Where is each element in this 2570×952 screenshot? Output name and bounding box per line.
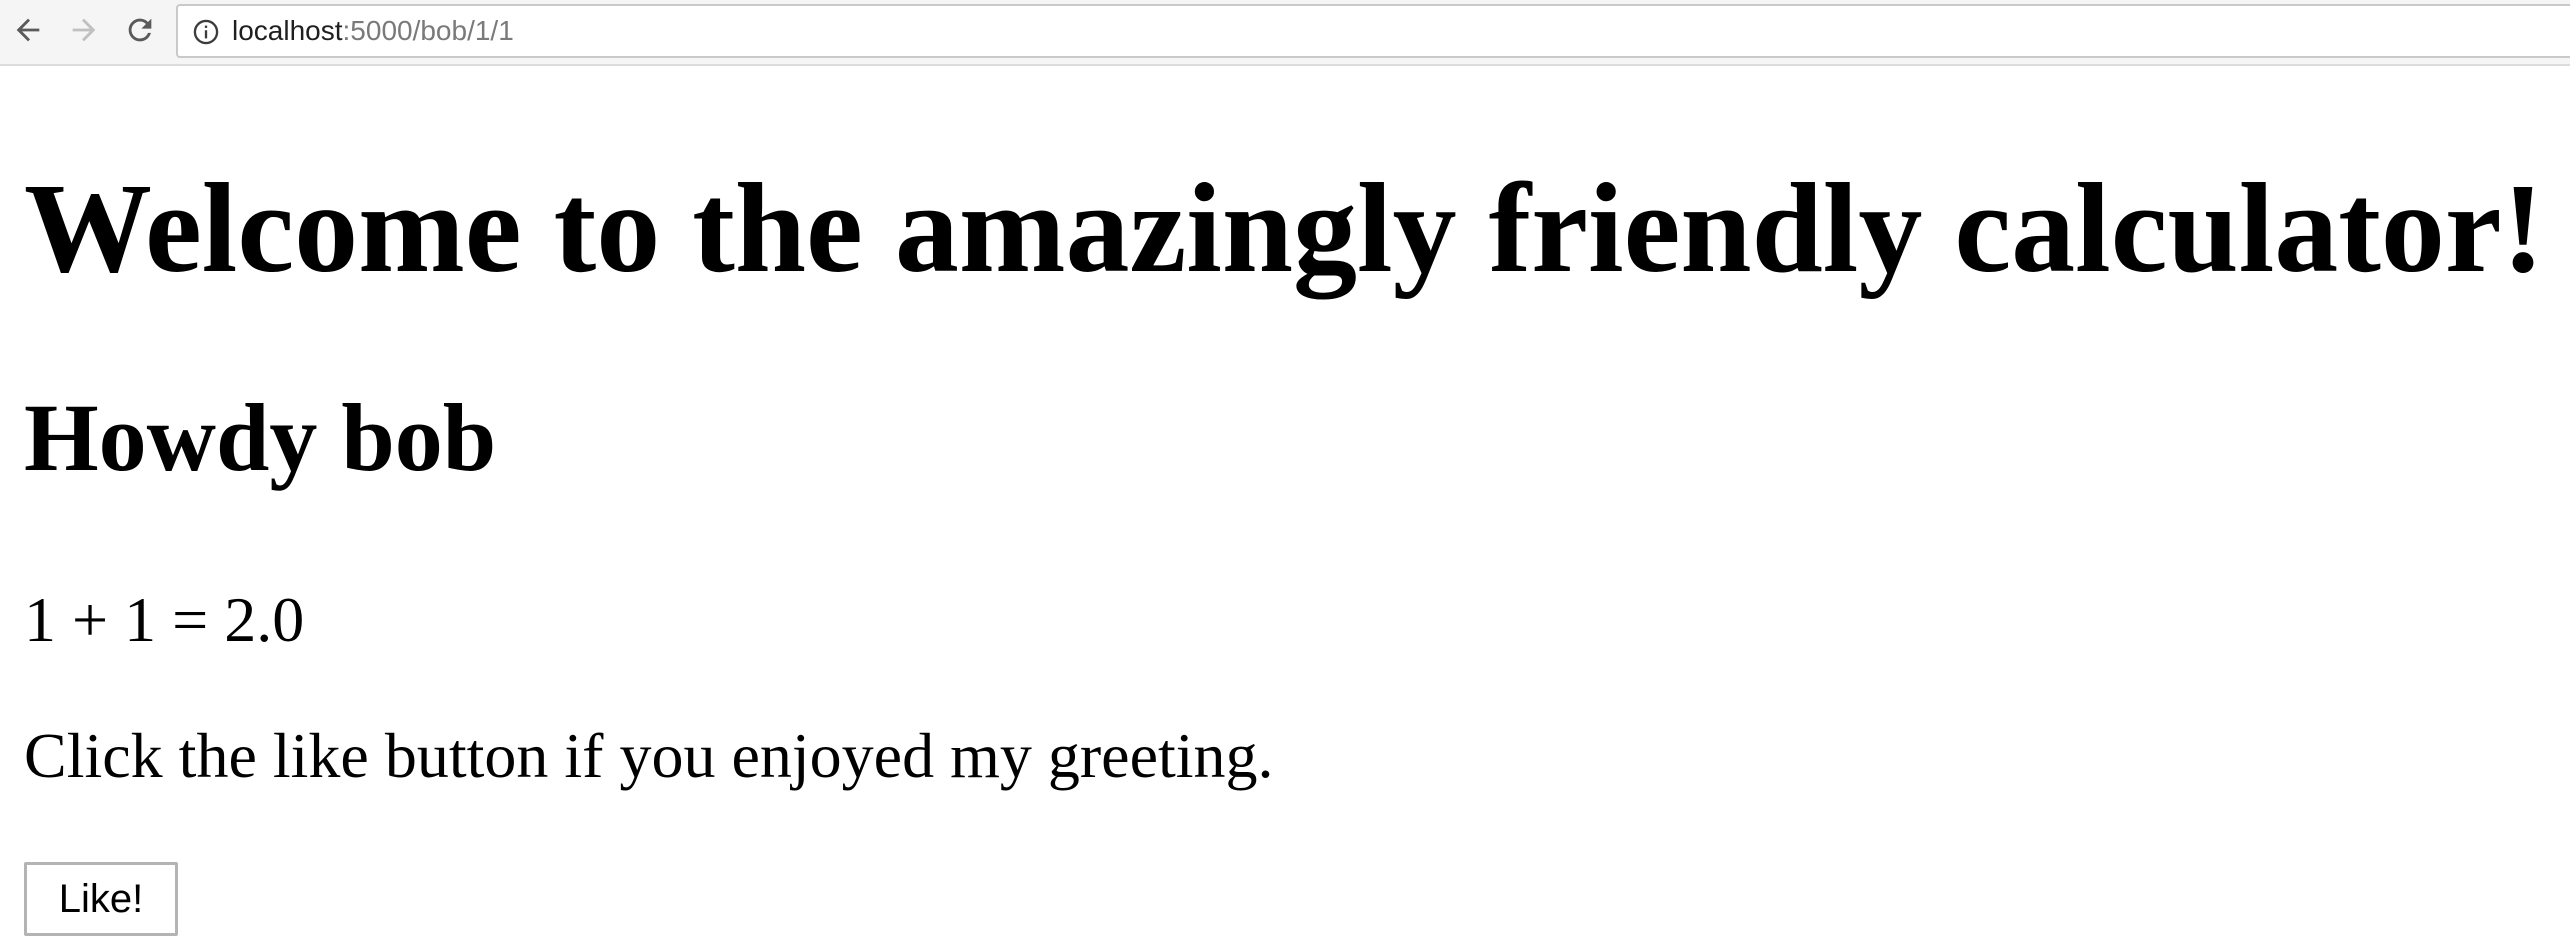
address-bar[interactable]: localhost:5000/bob/1/1 <box>176 4 2570 58</box>
page-content: Welcome to the amazingly friendly calcul… <box>0 68 2570 952</box>
greeting-heading: Howdy bob <box>24 384 497 491</box>
like-button[interactable]: Like! <box>24 862 178 936</box>
page-heading: Welcome to the amazingly friendly calcul… <box>24 157 2545 299</box>
reload-icon <box>128 18 152 42</box>
browser-toolbar: localhost:5000/bob/1/1 <box>0 0 2570 66</box>
calculation-result: 1 + 1 = 2.0 <box>24 584 305 655</box>
forward-button[interactable] <box>60 6 108 54</box>
url-host: localhost <box>232 15 343 46</box>
reload-button[interactable] <box>116 6 164 54</box>
like-prompt: Click the like button if you enjoyed my … <box>24 720 1274 791</box>
back-button[interactable] <box>4 6 52 54</box>
address-bar-url[interactable]: localhost:5000/bob/1/1 <box>232 6 514 56</box>
arrow-left-icon <box>16 18 40 42</box>
arrow-right-icon <box>72 18 96 42</box>
info-icon[interactable] <box>192 18 220 46</box>
url-path: :5000/bob/1/1 <box>342 15 514 46</box>
